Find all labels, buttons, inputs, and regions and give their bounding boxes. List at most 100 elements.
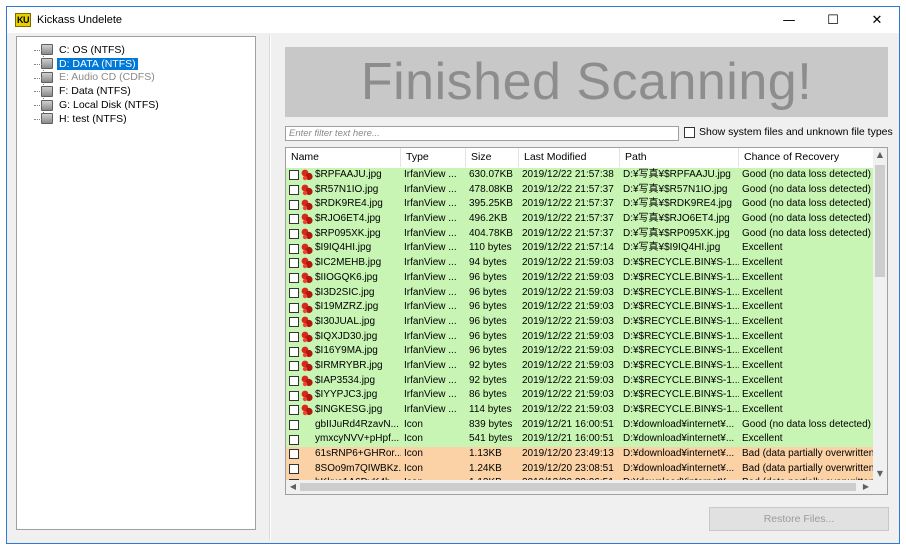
column-header-chance[interactable]: Chance of Recovery [739, 148, 874, 167]
type-cell: IrfanView ... [404, 315, 457, 327]
irfanview-icon [301, 346, 313, 357]
filter-input[interactable] [285, 126, 679, 141]
row-checkbox[interactable] [289, 361, 299, 372]
table-row[interactable]: $IYYPJC3.jpg IrfanView ... 86 bytes 2019/12… [286, 388, 874, 403]
minimize-button[interactable]: — [767, 7, 811, 33]
table-row[interactable]: $I30JUAL.jpg IrfanView ... 96 bytes 2019/12… [286, 314, 874, 330]
column-header-last-modified[interactable]: Last Modified [519, 148, 620, 167]
size-cell: 496.2KB [469, 213, 508, 225]
drive-icon [41, 85, 53, 97]
table-row[interactable]: ymxcyNVV+pHpf... Icon 541 bytes 2019/12/21 … [286, 432, 874, 448]
file-name: $IAP3534.jpg [315, 374, 376, 386]
row-checkbox[interactable] [289, 420, 299, 431]
column-header-name[interactable]: Name [286, 148, 401, 167]
table-row[interactable]: $IQXJD30.jpg IrfanView ... 96 bytes 2019/12… [286, 329, 874, 345]
table-row[interactable]: $INGKESG.jpg IrfanView ... 114 bytes 2019/1… [286, 403, 874, 418]
row-checkbox[interactable] [289, 331, 299, 342]
table-row[interactable]: 61sRNP6+GHRor... Icon 1.13KB 2019/12/20 23:… [286, 447, 874, 462]
row-checkbox[interactable] [289, 258, 299, 269]
chance-cell: Excellent [742, 286, 783, 298]
drive-item[interactable]: H: test (NTFS) [27, 112, 161, 126]
modified-cell: 2019/12/22 21:57:37 [522, 227, 614, 239]
chance-cell: Excellent [742, 315, 783, 327]
table-row[interactable]: $I3D2SIC.jpg IrfanView ... 96 bytes 2019/12… [286, 285, 874, 301]
scroll-left-icon[interactable]: ◀ [286, 482, 300, 491]
row-checkbox[interactable] [289, 375, 299, 386]
row-checkbox[interactable] [289, 273, 299, 284]
path-cell: D:¥$RECYCLE.BIN¥S-1... [623, 271, 739, 283]
table-row[interactable]: $IC2MEHB.jpg IrfanView ... 94 bytes 2019/12… [286, 256, 874, 271]
drive-item[interactable]: C: OS (NTFS) [27, 43, 161, 57]
restore-files-button[interactable]: Restore Files... [709, 507, 889, 531]
vertical-scroll-thumb[interactable] [875, 165, 885, 277]
status-banner-text: Finished Scanning! [360, 53, 813, 111]
row-checkbox[interactable] [289, 464, 299, 475]
row-checkbox[interactable] [289, 199, 299, 210]
file-name: $I3D2SIC.jpg [315, 286, 375, 298]
table-row[interactable]: $RP095XK.jpg IrfanView ... 404.78KB 2019/12… [286, 226, 874, 242]
name-cell: $I19MZRZ.jpg [286, 300, 401, 315]
drive-tree: C: OS (NTFS) D: DATA (NTFS) E: Audio CD (C… [27, 43, 161, 126]
table-row[interactable]: $I9IQ4HI.jpg IrfanView ... 110 bytes 2019/1… [286, 241, 874, 257]
row-checkbox[interactable] [289, 185, 299, 196]
maximize-button[interactable]: ☐ [811, 7, 855, 33]
path-cell: D:¥$RECYCLE.BIN¥S-1... [623, 286, 739, 298]
scroll-right-icon[interactable]: ▶ [859, 482, 873, 491]
irfanview-icon [301, 214, 313, 225]
row-checkbox[interactable] [289, 317, 299, 328]
irfanview-icon [301, 272, 313, 284]
row-checkbox[interactable] [289, 170, 299, 181]
row-checkbox[interactable] [289, 214, 299, 225]
irfanview-icon [301, 228, 313, 240]
row-checkbox[interactable] [289, 390, 299, 401]
row-checkbox[interactable] [289, 229, 299, 240]
column-header-path[interactable]: Path [620, 148, 739, 167]
row-checkbox[interactable] [289, 302, 299, 313]
show-system-files-checkbox[interactable] [684, 126, 695, 138]
vertical-scrollbar[interactable]: ▲ ▼ [873, 148, 887, 480]
column-header-type[interactable]: Type [401, 148, 466, 167]
modified-cell: 2019/12/22 21:57:37 [522, 198, 614, 210]
table-row[interactable]: 8SOo9m7QIWBKz... Icon 1.24KB 2019/12/20 23:… [286, 461, 874, 477]
table-row[interactable]: $RJO6ET4.jpg IrfanView ... 496.2KB 2019/12/… [286, 212, 874, 227]
row-checkbox[interactable] [289, 243, 299, 254]
path-cell: D:¥download¥internet¥... [623, 462, 735, 474]
path-cell: D:¥$RECYCLE.BIN¥S-1... [623, 330, 739, 342]
column-header-size[interactable]: Size [466, 148, 519, 167]
type-cell: IrfanView ... [404, 271, 457, 283]
table-row[interactable]: $IAP3534.jpg IrfanView ... 92 bytes 2019/12… [286, 373, 874, 389]
name-cell: $R57N1IO.jpg [286, 183, 401, 198]
path-cell: D:¥$RECYCLE.BIN¥S-1... [623, 404, 739, 415]
irfanview-icon [301, 243, 313, 254]
modified-cell: 2019/12/22 21:59:03 [522, 389, 614, 401]
file-name: $RPFAAJU.jpg [315, 169, 382, 180]
table-row[interactable]: $RPFAAJU.jpg IrfanView ... 630.07KB 2019/12… [286, 168, 874, 183]
table-row[interactable]: $I16Y9MA.jpg IrfanView ... 96 bytes 2019/12… [286, 344, 874, 359]
table-row[interactable]: $IIOGQK6.jpg IrfanView ... 96 bytes 2019/12… [286, 270, 874, 286]
row-checkbox[interactable] [289, 449, 299, 460]
table-row[interactable]: $IRMRYBR.jpg IrfanView ... 92 bytes 2019/12… [286, 358, 874, 374]
type-cell: IrfanView ... [404, 257, 457, 269]
scroll-down-icon[interactable]: ▼ [873, 469, 887, 478]
splitter[interactable] [269, 35, 271, 539]
table-row[interactable]: gbIIJuRd4RzavN... Icon 839 bytes 2019/12/21… [286, 417, 874, 433]
drive-item[interactable]: F: Data (NTFS) [27, 84, 161, 98]
drive-item[interactable]: E: Audio CD (CDFS) [27, 71, 161, 85]
scroll-up-icon[interactable]: ▲ [873, 150, 887, 159]
table-row[interactable]: $RDK9RE4.jpg IrfanView ... 395.25KB 2019/12… [286, 197, 874, 213]
close-button[interactable]: ✕ [855, 7, 899, 33]
table-row[interactable]: $I19MZRZ.jpg IrfanView ... 96 bytes 2019/12… [286, 300, 874, 315]
row-checkbox[interactable] [289, 346, 299, 357]
type-cell: IrfanView ... [404, 198, 457, 210]
horizontal-scroll-thumb[interactable] [300, 483, 856, 491]
row-checkbox[interactable] [289, 405, 299, 416]
row-checkbox[interactable] [289, 287, 299, 298]
row-checkbox[interactable] [289, 434, 299, 445]
drive-item[interactable]: D: DATA (NTFS) [27, 57, 161, 71]
path-cell: D:¥$RECYCLE.BIN¥S-1... [623, 315, 739, 327]
show-system-files-option[interactable]: Show system files and unknown file types [684, 126, 893, 138]
table-row[interactable]: $R57N1IO.jpg IrfanView ... 478.08KB 2019/12… [286, 182, 874, 198]
horizontal-scrollbar[interactable]: ◀ ▶ [286, 480, 887, 494]
file-list: Name Type Size Last Modified Path Chance… [285, 147, 888, 495]
drive-item[interactable]: G: Local Disk (NTFS) [27, 98, 161, 112]
